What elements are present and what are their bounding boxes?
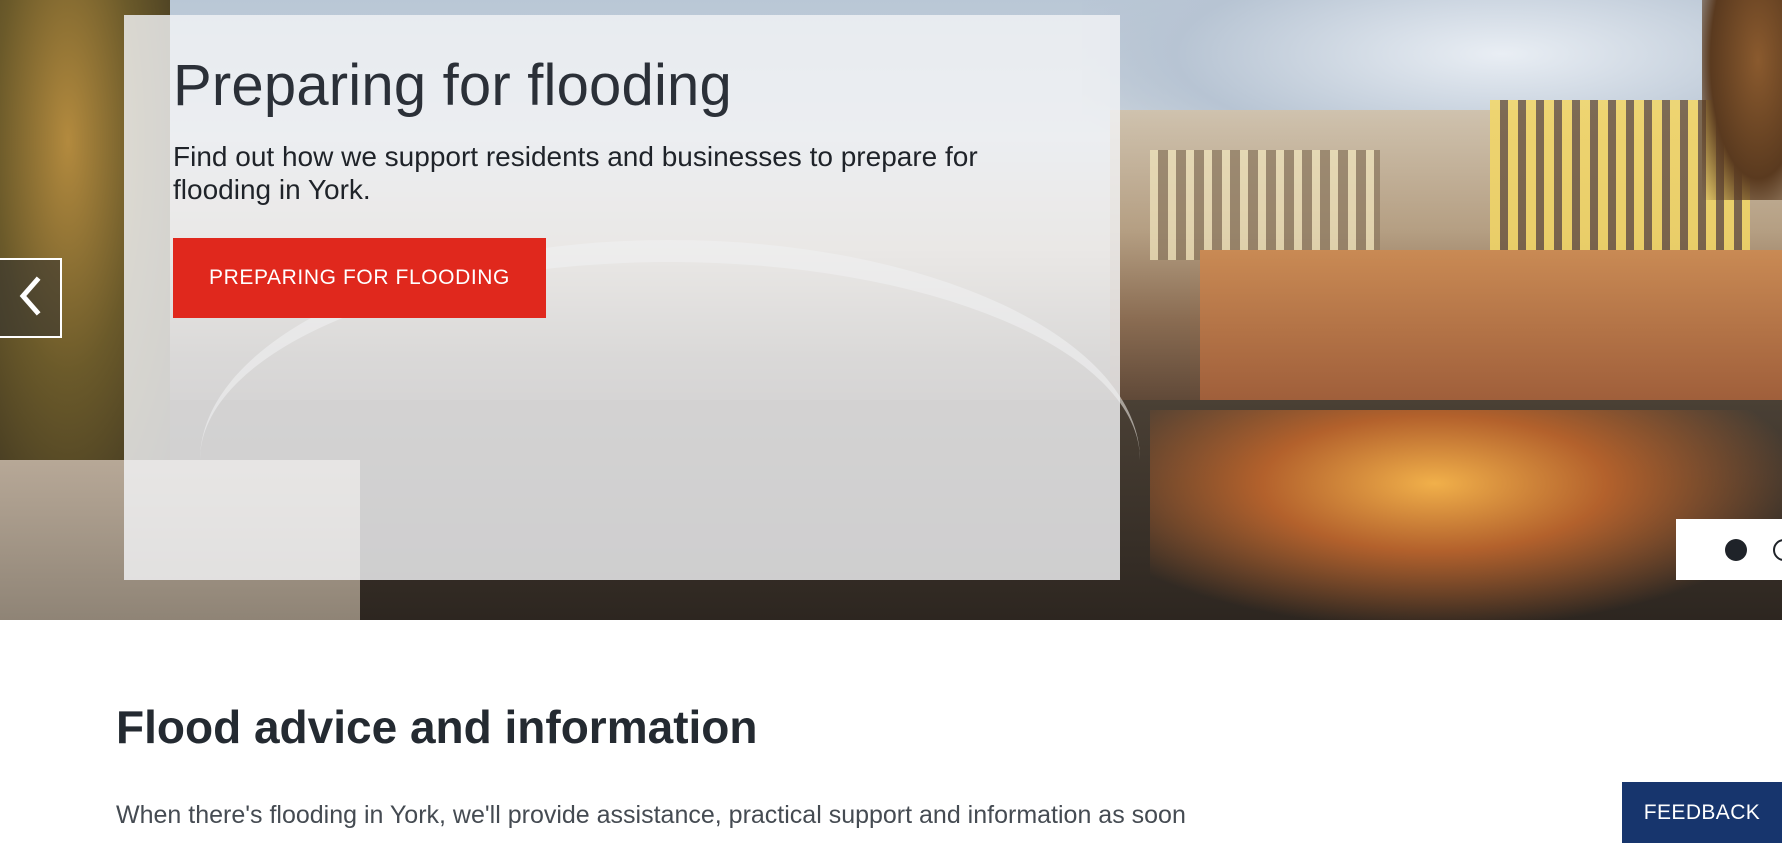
preparing-for-flooding-button[interactable]: PREPARING FOR FLOODING bbox=[173, 238, 546, 318]
section-intro-text: When there's flooding in York, we'll pro… bbox=[116, 801, 1186, 829]
feedback-button[interactable]: FEEDBACK bbox=[1622, 782, 1782, 843]
hero-building-windows-left bbox=[1150, 150, 1380, 260]
hero-tree-right bbox=[1702, 0, 1782, 200]
hero-description: Find out how we support residents and bu… bbox=[173, 141, 978, 205]
carousel-prev-button[interactable] bbox=[0, 258, 62, 338]
hero-river-reflection bbox=[1150, 410, 1782, 620]
chevron-left-icon bbox=[17, 275, 43, 321]
section-heading: Flood advice and information bbox=[116, 701, 758, 753]
carousel-pagination bbox=[1676, 519, 1782, 580]
hero-title: Preparing for flooding bbox=[173, 53, 732, 118]
hero-riverside-wall bbox=[1200, 250, 1782, 410]
carousel-dot-1[interactable] bbox=[1725, 539, 1747, 561]
carousel-dot-2[interactable] bbox=[1773, 539, 1782, 561]
